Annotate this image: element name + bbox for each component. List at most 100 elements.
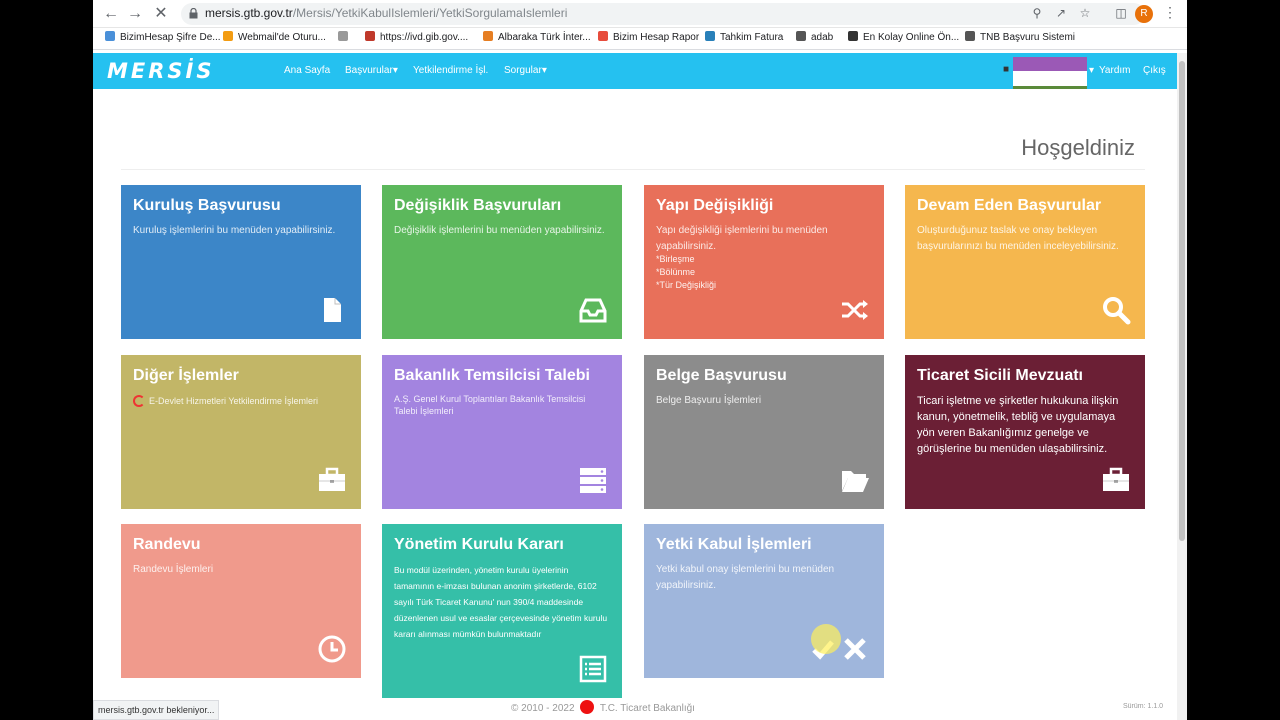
lock-icon [189,8,198,19]
bookmark-label: Webmail'de Oturu... [238,32,326,43]
bookmark-label: adab [811,32,834,43]
file-icon [317,295,347,325]
ministry-logo-icon [580,700,595,714]
tile-title: Yapı Değişikliği [656,197,774,214]
tile-y-netim-kurulu-karar-[interactable]: Yönetim Kurulu Kararı Bu modül üzerinden,… [382,524,622,698]
caret-down-icon: ▾ [541,65,547,76]
version-text: Sürüm: 1.1.0 [1123,703,1164,710]
side-panel-icon[interactable]: ◫ [1113,6,1129,20]
tile-ticaret-sicili-mevzuat-[interactable]: Ticaret Sicili Mevzuatı Ticari işletme ve… [905,355,1145,509]
page-scrollbar[interactable] [1177,53,1187,720]
server-icon [578,465,608,495]
bookmark-item[interactable]: Albaraka Türk İnter... [483,31,591,43]
bookmark-label: https://ivd.gib.gov.... [380,32,469,43]
tile-title: Diğer İşlemler [133,367,239,384]
profile-avatar[interactable]: R [1135,5,1153,23]
tile-description: Ticari işletme ve şirketler hukukuna ili… [917,395,1119,455]
bookmark-item[interactable]: Tahkim Fatura [705,31,783,43]
status-bar: mersis.gtb.gov.tr bekleniyor... [93,700,220,720]
bookmark-item[interactable]: TNB Başvuru Sistemi [965,31,1075,43]
tile-title: Ticaret Sicili Mevzuatı [917,367,1083,384]
tile-belge-ba-vurusu[interactable]: Belge Başvurusu Belge Başvuru İşlemleri [644,355,884,509]
bookmark-item[interactable]: adab [796,31,833,43]
back-icon[interactable]: ← [101,4,121,24]
mersis-logo[interactable]: MERSİS [107,59,214,83]
tile-kurulu-ba-vurusu[interactable]: Kuruluş Başvurusu Kuruluş işlemlerini bu … [121,185,361,339]
forward-icon[interactable]: → [125,4,145,24]
zoom-icon[interactable]: ⚲ [1029,6,1045,20]
clock-icon [317,634,347,664]
flag-stripe [1013,57,1087,72]
tile-subitem: *Tür Değişikliği [656,280,717,290]
tile-description: Yetki kabul onay işlemlerini bu menüden … [656,564,835,591]
caret-down-icon: ▾ [392,65,398,76]
bookmark-item[interactable]: En Kolay Online Ön... [848,31,959,43]
tile-devam-eden-ba-vurular[interactable]: Devam Eden Başvurular Oluşturduğunuz tasl… [905,185,1145,339]
tile-yap-de-i-ikli-i[interactable]: Yapı Değişikliği Yapı değişikliği işlemle… [644,185,884,339]
footer: © 2010 - 2022 T.C. Ticaret Bakanlığı [511,700,695,714]
tile-di-er-i-lemler[interactable]: Diğer İşlemler E-Devlet Hizmetleri Yetkil… [121,355,361,509]
tile-description: Randevu İşlemleri [133,564,214,575]
tile-bakanl-k-temsilcisi-talebi[interactable]: Bakanlık Temsilcisi Talebi A.Ş. Genel Kur… [382,355,622,509]
bookmark-favicon-icon [965,31,975,41]
bookmark-favicon-icon [223,31,233,41]
tile-title: Kuruluş Başvurusu [133,197,281,214]
tile-description: Belge Başvuru İşlemleri [656,395,762,406]
inbox-icon [578,295,608,325]
stop-loading-icon[interactable]: ✕ [151,4,171,24]
page-title: Hoşgeldiniz [1021,135,1135,160]
bookmark-label: Tahkim Fatura [720,32,784,43]
tile-subitem: *Bölünme [656,267,696,277]
tile-randevu[interactable]: Randevu Randevu İşlemleri [121,524,361,678]
more-menu-icon[interactable]: ⋮ [1163,4,1177,21]
tile-description: Bu modül üzerinden, yönetim kurulu üyele… [394,565,608,639]
folder-open-icon [840,465,870,495]
shuffle-icon [840,295,870,325]
nav-home[interactable]: Ana Sayfa [284,65,330,76]
bookmark-label: Bizim Hesap Rapor [613,32,700,43]
nav-applications[interactable]: Başvurular▾ [345,65,398,76]
bookmark-item[interactable] [338,31,353,43]
tile-description: A.Ş. Genel Kurul Toplantıları Bakanlık T… [394,394,586,416]
bookmarks-bar: BizimHesap Şifre De... Webmail'de Oturu..… [93,28,1187,50]
tile-description: Kuruluş işlemlerini bu menüden yapabilir… [133,225,336,236]
tile-title: Bakanlık Temsilcisi Talebi [394,367,590,384]
tile-de-i-iklik-ba-vurular-[interactable]: Değişiklik Başvuruları Değişiklik işlemle… [382,185,622,339]
nav-logout[interactable]: Çıkış [1143,65,1166,76]
nav-help[interactable]: Yardım [1099,65,1131,76]
site-navbar: MERSİS Ana Sayfa Başvurular▾ Yetkilendir… [93,53,1187,100]
bookmark-favicon-icon [338,31,348,41]
tile-description: Değişiklik işlemlerini bu menüden yapabi… [394,225,605,236]
bookmark-label: TNB Başvuru Sistemi [980,32,1076,43]
caret-down-icon[interactable]: ▾ [1089,65,1094,76]
user-icon[interactable]: ■ [1003,64,1009,75]
bookmark-item[interactable]: BizimHesap Şifre De... [105,31,221,43]
share-icon[interactable]: ↗ [1053,6,1069,20]
bookmark-item[interactable]: https://ivd.gib.gov.... [365,31,468,43]
tile-subitem: *Birleşme [656,254,695,264]
copyright-text: © 2010 - 2022 [511,703,575,714]
tile-title: Yetki Kabul İşlemleri [656,536,812,553]
tile-description: E-Devlet Hizmetleri Yetkilendirme İşleml… [149,396,319,406]
bookmark-star-icon[interactable]: ☆ [1077,6,1093,20]
browser-window: ← → ✕ mersis.gtb.gov.tr/Mersis/YetkiKabu… [93,0,1187,720]
bookmark-item[interactable]: Bizim Hesap Rapor [598,31,699,43]
nav-authorization[interactable]: Yetkilendirme İşl. [413,65,488,76]
briefcase-icon [317,465,347,495]
browser-toolbar: ← → ✕ mersis.gtb.gov.tr/Mersis/YetkiKabu… [93,0,1187,28]
tile-yetki-kabul-i-lemleri[interactable]: Yetki Kabul İşlemleri Yetki kabul onay iş… [644,524,884,678]
bookmark-label: En Kolay Online Ön... [863,32,960,43]
edevlet-logo-icon [133,395,145,407]
briefcase-icon [1101,465,1131,495]
address-bar[interactable]: mersis.gtb.gov.tr/Mersis/YetkiKabulIslem… [181,3,1145,25]
ministry-name: T.C. Ticaret Bakanlığı [599,703,695,714]
bookmark-item[interactable]: Webmail'de Oturu... [223,31,326,43]
tile-description: Oluşturduğunuz taslak ve onay bekleyen b… [917,225,1119,252]
bookmark-favicon-icon [483,31,493,41]
scrollbar-thumb[interactable] [1179,61,1185,541]
bookmark-favicon-icon [365,31,375,41]
nav-queries[interactable]: Sorgular▾ [504,65,547,76]
tile-title: Yönetim Kurulu Kararı [394,536,564,553]
list-alt-icon [578,654,608,684]
url-host: mersis.gtb.gov.tr [205,6,293,20]
